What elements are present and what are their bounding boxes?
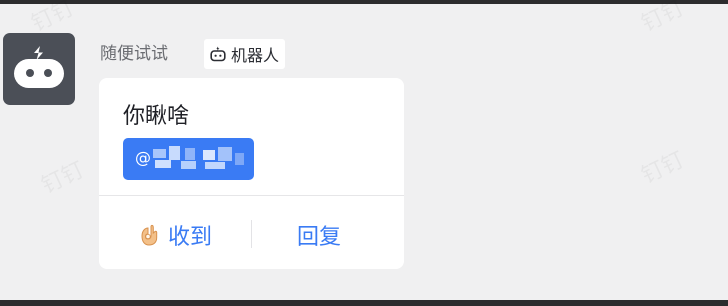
robot-icon [14, 46, 64, 88]
bottom-edge-bar [0, 300, 728, 306]
top-edge-bar [0, 0, 728, 4]
card-divider [99, 195, 404, 196]
reply-label: 回复 [297, 225, 342, 250]
watermark-text: 钉钉 [35, 152, 88, 200]
bot-tag: 机器人 [204, 39, 286, 69]
mention-chip[interactable]: @ [123, 138, 254, 180]
watermark-text: 钉钉 [635, 0, 688, 38]
message-text: 你瞅啥 [123, 104, 190, 129]
bot-tag-label: 机器人 [231, 46, 280, 65]
reply-button[interactable]: 回复 [297, 219, 341, 251]
avatar[interactable] [3, 33, 75, 105]
ok-hand-icon [141, 224, 158, 246]
watermark-text: 钉钉 [635, 142, 688, 190]
actions-separator [251, 220, 252, 248]
acknowledge-label: 收到 [168, 225, 213, 250]
message-card: 你瞅啥 @ 收到 回复 [99, 78, 404, 269]
acknowledge-button[interactable]: 收到 [136, 219, 212, 251]
message-header: 随便试试 机器人 [100, 38, 286, 70]
mention-at-sign: @ [135, 148, 151, 167]
robot-small-icon [210, 46, 226, 62]
sender-name[interactable]: 随便试试 [100, 43, 168, 65]
